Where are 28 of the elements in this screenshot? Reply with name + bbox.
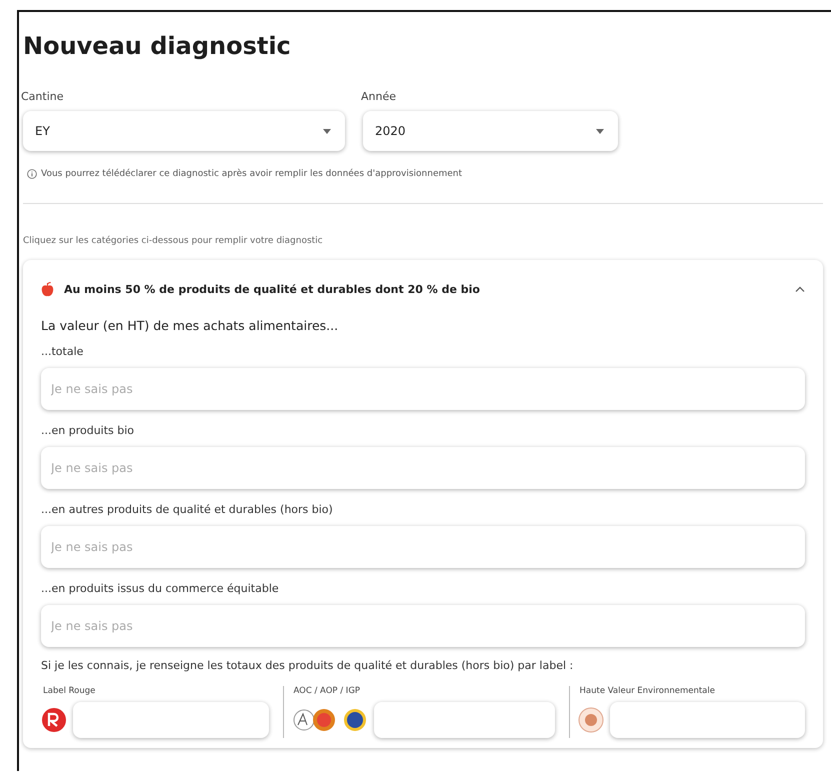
field-label: AOC / AOP / IGP xyxy=(294,686,362,696)
section-header[interactable]: Au moins 50 % de produits de qualité et durables dont 20 % de bio xyxy=(41,260,805,318)
label-intro-text: Si je les connais, je renseigne les totaux des produits de qualité et durables (hors bio) par label : xyxy=(41,659,574,672)
input-field[interactable] xyxy=(610,702,805,738)
badge-logo-icon xyxy=(578,707,604,733)
caret-icon xyxy=(323,128,331,134)
input-field[interactable] xyxy=(374,702,554,738)
caret-icon xyxy=(596,128,604,134)
page-title: Nouveau diagnostic xyxy=(23,32,292,60)
field-label: Année xyxy=(361,90,398,103)
field-label: ...en autres produits de qualité et durables (hors bio) xyxy=(41,503,334,516)
apple-icon xyxy=(41,281,54,297)
field-label: Cantine xyxy=(21,90,65,103)
chevron-icon xyxy=(795,286,805,292)
info-icon xyxy=(27,169,37,179)
field-label: ...totale xyxy=(41,345,84,358)
field-label: Label Rouge xyxy=(43,686,96,696)
input-field[interactable] xyxy=(73,702,268,738)
field-label: ...en produits bio xyxy=(41,424,136,437)
select-field[interactable]: EY xyxy=(23,111,345,151)
instruction-text: Cliquez sur les catégories ci-dessous pour remplir votre diagnostic xyxy=(23,236,324,246)
field-label: ...en produits issus du commerce équitable xyxy=(41,582,280,595)
select-field[interactable]: 2020 xyxy=(363,111,618,151)
label-logos-icon xyxy=(292,707,368,733)
field-label: Haute Valeur Environnementale xyxy=(580,686,716,696)
intro-text: La valeur (en HT) de mes achats alimentaires... xyxy=(41,318,340,333)
info-text: Vous pourrez télédéclarer ce diagnostic après avoir remplir les données d'approvisionnement xyxy=(41,169,462,179)
label-logo-icon xyxy=(41,707,67,733)
